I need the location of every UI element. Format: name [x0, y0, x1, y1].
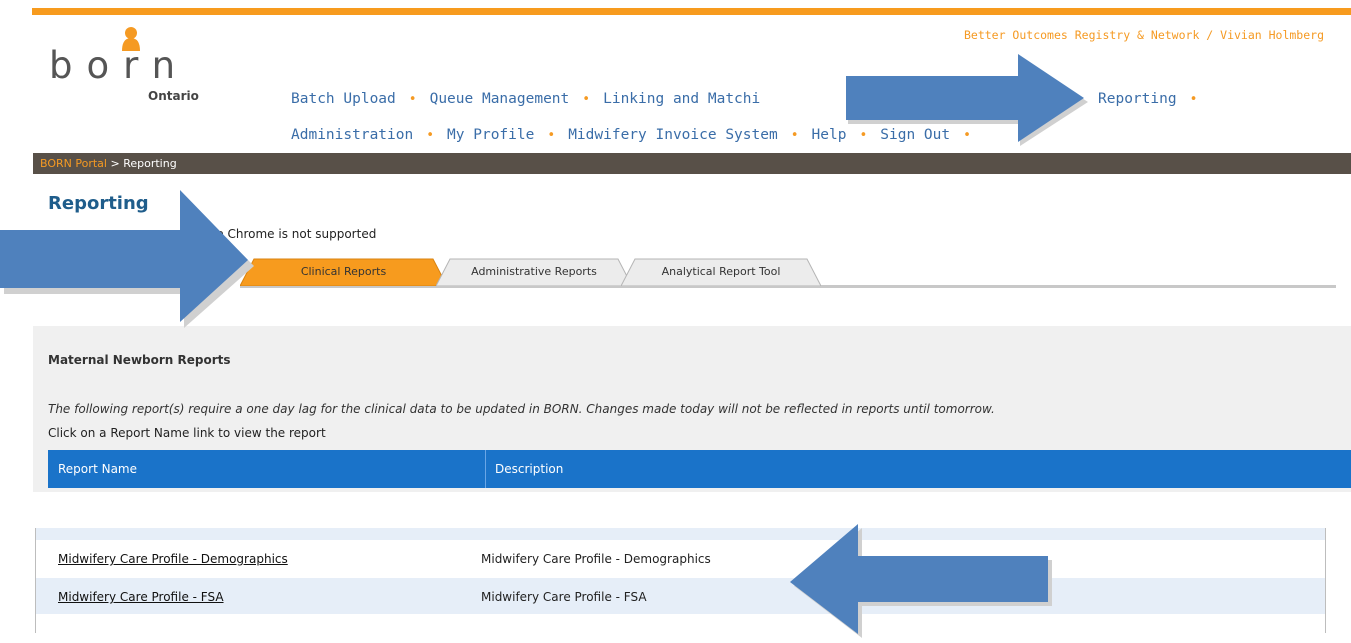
report-description: Midwifery Care Profile - FSA	[481, 590, 647, 604]
logo-subtitle: Ontario	[148, 89, 199, 103]
report-table-body: Midwifery Care Profile - Demographics Mi…	[35, 528, 1325, 633]
nav-administration[interactable]: Administration	[291, 127, 413, 143]
nav-midwifery-invoice-system[interactable]: Midwifery Invoice System	[568, 127, 778, 143]
breadcrumb-home-link[interactable]: BORN Portal	[40, 157, 107, 170]
report-link-demographics[interactable]: Midwifery Care Profile - Demographics	[58, 552, 288, 566]
arrow-right-icon	[846, 54, 1088, 146]
table-right-border	[1325, 528, 1326, 633]
nav-separator: •	[408, 92, 417, 107]
table-row: Midwifery Care Profile - Demographics Mi…	[35, 540, 1325, 576]
column-header-report-name[interactable]: Report Name	[58, 462, 137, 476]
nav-my-profile[interactable]: My Profile	[447, 127, 534, 143]
nav-linking-and-matching[interactable]: Linking and Matchi	[603, 91, 760, 107]
report-link-fsa[interactable]: Midwifery Care Profile - FSA	[58, 590, 224, 604]
table-header: Report Name Description	[48, 450, 1351, 488]
primary-nav-row-1: Batch Upload • Queue Management • Linking an…	[291, 91, 760, 107]
tab-clinical-reports[interactable]: Clinical Reports	[240, 258, 447, 286]
arrow-left-icon	[790, 524, 1052, 638]
tab-administrative-reports[interactable]: Administrative Reports	[436, 258, 632, 286]
table-row: Midwifery Care Profile - FSA Midwifery C…	[35, 578, 1325, 614]
instruction-text: Click on a Report Name link to view the …	[48, 426, 326, 440]
tab-label: Administrative Reports	[471, 265, 597, 278]
top-accent-bar	[32, 8, 1351, 15]
report-description: Midwifery Care Profile - Demographics	[481, 552, 711, 566]
tab-label: Analytical Report Tool	[661, 265, 781, 278]
nav-separator: •	[790, 128, 799, 143]
born-logo[interactable]: born Ontario	[49, 26, 199, 104]
nav-reporting[interactable]: Reporting	[1098, 91, 1177, 107]
tab-label: Clinical Reports	[300, 265, 387, 278]
data-lag-note: The following report(s) require a one da…	[48, 402, 995, 416]
nav-queue-management[interactable]: Queue Management	[430, 91, 570, 107]
nav-reporting-group: Reporting •	[1098, 91, 1210, 107]
breadcrumb: BORN Portal > Reporting	[33, 153, 1351, 174]
nav-batch-upload[interactable]: Batch Upload	[291, 91, 396, 107]
column-divider	[485, 450, 486, 488]
nav-separator: •	[1189, 92, 1198, 107]
logo-wordmark: born	[49, 44, 190, 87]
section-title: Maternal Newborn Reports	[48, 353, 231, 367]
column-header-description[interactable]: Description	[495, 462, 563, 476]
nav-separator: •	[426, 128, 435, 143]
table-row-spacer	[35, 528, 1325, 540]
nav-separator: •	[547, 128, 556, 143]
tab-analytical-report-tool[interactable]: Analytical Report Tool	[621, 258, 821, 286]
breadcrumb-current: > Reporting	[110, 157, 177, 170]
report-tabs: Clinical Reports Administrative Reports …	[240, 258, 1336, 288]
table-left-border	[35, 528, 36, 633]
arrow-right-icon	[0, 190, 254, 328]
nav-separator: •	[582, 92, 591, 107]
organization-user-line: Better Outcomes Registry & Network / Viv…	[963, 28, 1324, 42]
